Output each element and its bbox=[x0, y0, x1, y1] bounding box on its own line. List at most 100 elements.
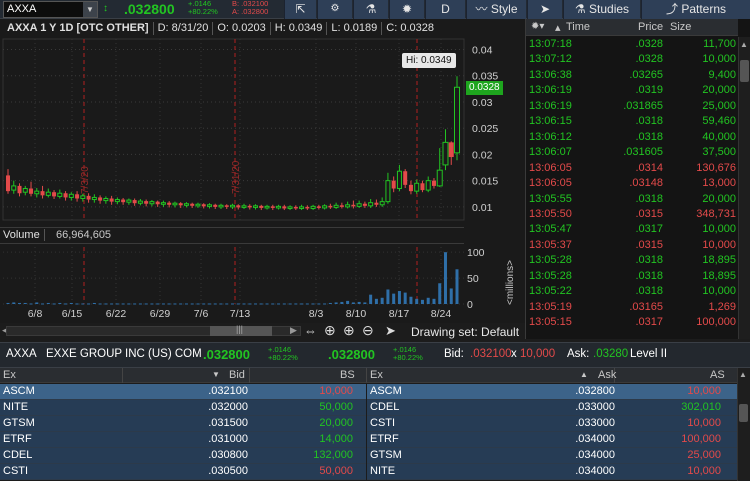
time-sales-row[interactable]: 13:05:22 .0318 10,000 bbox=[526, 284, 738, 299]
candle-body bbox=[126, 199, 132, 203]
symbol-input[interactable]: AXXA ▼ bbox=[3, 1, 98, 18]
asks-header-ask[interactable]: Ask bbox=[598, 368, 616, 382]
ts-size: 9,400 bbox=[708, 68, 736, 81]
time-sales-row[interactable]: 13:05:47 .0317 10,000 bbox=[526, 222, 738, 237]
chart-open: O: 0.0203 bbox=[213, 22, 271, 35]
scroll-right-icon[interactable]: ▶ bbox=[290, 325, 297, 336]
zoom-in-icon[interactable]: ⊕ bbox=[343, 322, 355, 339]
studies-button[interactable]: ⚗ Studies bbox=[563, 0, 640, 19]
ask-row[interactable]: GTSM .034000 25,000 bbox=[367, 448, 737, 464]
time-sales-row[interactable]: 13:06:05 .0314 130,676 bbox=[526, 161, 738, 176]
volume-bar bbox=[426, 297, 430, 304]
ask-row[interactable]: CDEL .033000 302,010 bbox=[367, 400, 737, 416]
time-sales-scroll-thumb[interactable] bbox=[740, 60, 749, 82]
chevron-down-icon[interactable]: ▼ bbox=[83, 2, 97, 17]
level2-scroll-thumb[interactable] bbox=[739, 404, 748, 422]
time-sales-row[interactable]: 13:05:19 .03165 1,269 bbox=[526, 300, 738, 315]
time-sales-row[interactable]: 13:06:19 .0319 20,000 bbox=[526, 83, 738, 98]
period-button[interactable]: D bbox=[425, 0, 465, 19]
time-sales-row[interactable]: 13:06:05 .03148 13,000 bbox=[526, 176, 738, 191]
scroll-up-icon[interactable]: ▲ bbox=[740, 40, 748, 49]
ts-price: .0317 bbox=[635, 316, 663, 329]
asks-header-as[interactable]: AS bbox=[710, 368, 725, 382]
ask-row[interactable]: ETRF .034000 100,000 bbox=[367, 432, 737, 448]
candle-body bbox=[259, 205, 264, 208]
time-sales-row[interactable]: 13:05:15 .0317 100,000 bbox=[526, 315, 738, 330]
volume-bar bbox=[219, 303, 223, 305]
volume-bar bbox=[104, 303, 108, 305]
ts-price: .0315 bbox=[635, 207, 663, 220]
zoom-out-icon[interactable]: ⊖ bbox=[362, 322, 374, 339]
bid-row[interactable]: GTSM .031500 20,000 bbox=[0, 416, 366, 432]
bids-header-bid[interactable]: Bid bbox=[229, 368, 245, 382]
l2-size: 20,000 bbox=[319, 417, 353, 429]
time-sales-row[interactable]: 13:06:38 .03265 9,400 bbox=[526, 68, 738, 83]
bid-row[interactable]: CSTI .030500 50,000 bbox=[0, 464, 366, 480]
l2-level-label[interactable]: Level II bbox=[630, 348, 667, 360]
bid-row[interactable]: CDEL .030800 132,000 bbox=[0, 448, 366, 464]
ts-price: .0318 bbox=[635, 269, 663, 282]
toolbar-change-pct: +80.22% bbox=[188, 7, 218, 16]
time-sales-row[interactable]: 13:05:28 .0318 18,895 bbox=[526, 253, 738, 268]
ts-time: 13:06:15 bbox=[529, 115, 572, 128]
volume-bar bbox=[432, 298, 436, 304]
volume-bar bbox=[363, 302, 367, 304]
bids-header-bs[interactable]: BS bbox=[340, 368, 355, 382]
sort-icon[interactable]: ▴ bbox=[555, 21, 561, 34]
chart-settings-icon: ⚙ bbox=[330, 3, 340, 14]
time-sales-row[interactable]: 13:06:15 .0318 59,460 bbox=[526, 114, 738, 129]
cursor-icon[interactable]: ➤ bbox=[385, 323, 396, 339]
price-tick-label: 0.01 bbox=[472, 202, 493, 214]
price-tick-label: 0.03 bbox=[472, 97, 493, 109]
ts-price: .031605 bbox=[623, 146, 663, 159]
chart-scroll-thumb[interactable]: ||| bbox=[210, 324, 272, 336]
volume-bar bbox=[110, 303, 114, 305]
bid-row[interactable]: NITE .032000 50,000 bbox=[0, 400, 366, 416]
ts-time: 13:06:19 bbox=[529, 99, 572, 112]
cursor-button[interactable]: ➤ bbox=[527, 0, 562, 19]
candle-body bbox=[351, 204, 356, 207]
style-button[interactable]: 〰 Style bbox=[466, 0, 526, 19]
bids-header-ex[interactable]: Ex bbox=[3, 368, 16, 382]
ask-row[interactable]: NITE .034000 10,000 bbox=[367, 464, 737, 480]
time-sales-row[interactable]: 13:05:37 .0315 10,000 bbox=[526, 238, 738, 253]
ts-size: 20,000 bbox=[702, 192, 736, 205]
level2-scrollbar[interactable] bbox=[737, 368, 750, 481]
crosshair-icon[interactable]: ⊕ bbox=[324, 322, 336, 339]
ts-price: .03165 bbox=[629, 300, 663, 313]
pan-icon[interactable]: ⇔ bbox=[304, 323, 317, 338]
ask-row[interactable]: ASCM .032800 10,000 bbox=[367, 384, 737, 400]
ts-header-time[interactable]: Time bbox=[566, 21, 590, 33]
patterns-button[interactable]: ⤴ Patterns bbox=[641, 0, 750, 19]
time-sales-scrollbar[interactable] bbox=[738, 37, 750, 339]
date-tick-label: 6/8 bbox=[28, 308, 43, 320]
candle-body bbox=[190, 203, 195, 206]
ts-header-size[interactable]: Size bbox=[670, 21, 691, 33]
time-sales-row[interactable]: 13:05:28 .0318 18,895 bbox=[526, 269, 738, 284]
ask-row[interactable]: CSTI .033000 10,000 bbox=[367, 416, 737, 432]
time-sales-row[interactable]: 13:06:07 .031605 37,500 bbox=[526, 145, 738, 160]
time-sales-row[interactable]: 13:07:12 .0328 10,000 bbox=[526, 52, 738, 67]
bid-row[interactable]: ASCM .032100 10,000 bbox=[0, 384, 366, 400]
time-sales-row[interactable]: 13:07:18 .0328 11,700 bbox=[526, 37, 738, 52]
l2-exchange: ETRF bbox=[370, 433, 399, 445]
bid-row[interactable]: ETRF .031000 14,000 bbox=[0, 432, 366, 448]
share-button[interactable]: ⇱ bbox=[284, 0, 316, 19]
scroll-up-icon[interactable]: ▲ bbox=[739, 370, 747, 379]
l2-symbol[interactable]: AXXA bbox=[6, 348, 37, 360]
flask-button[interactable]: ⚗ bbox=[353, 0, 388, 19]
drawing-set-label[interactable]: Drawing set: Default bbox=[411, 325, 519, 339]
settings-button[interactable]: ✹ bbox=[389, 0, 424, 19]
candle-body bbox=[201, 204, 206, 207]
l2-price: .034000 bbox=[575, 465, 615, 477]
asks-header-ex[interactable]: Ex bbox=[370, 368, 383, 382]
chart-settings-button[interactable]: ⚙ bbox=[317, 0, 352, 19]
time-sales-row[interactable]: 13:05:55 .0318 20,000 bbox=[526, 192, 738, 207]
time-sales-row[interactable]: 13:06:12 .0318 40,000 bbox=[526, 130, 738, 145]
time-sales-row[interactable]: 13:05:50 .0315 348,731 bbox=[526, 207, 738, 222]
candle-body bbox=[52, 192, 57, 197]
time-sales-row[interactable]: 13:06:19 .031865 25,000 bbox=[526, 99, 738, 114]
volume-bar bbox=[305, 303, 309, 305]
ts-header-price[interactable]: Price bbox=[638, 21, 663, 33]
gear-icon[interactable]: ✹▾ bbox=[531, 21, 544, 32]
